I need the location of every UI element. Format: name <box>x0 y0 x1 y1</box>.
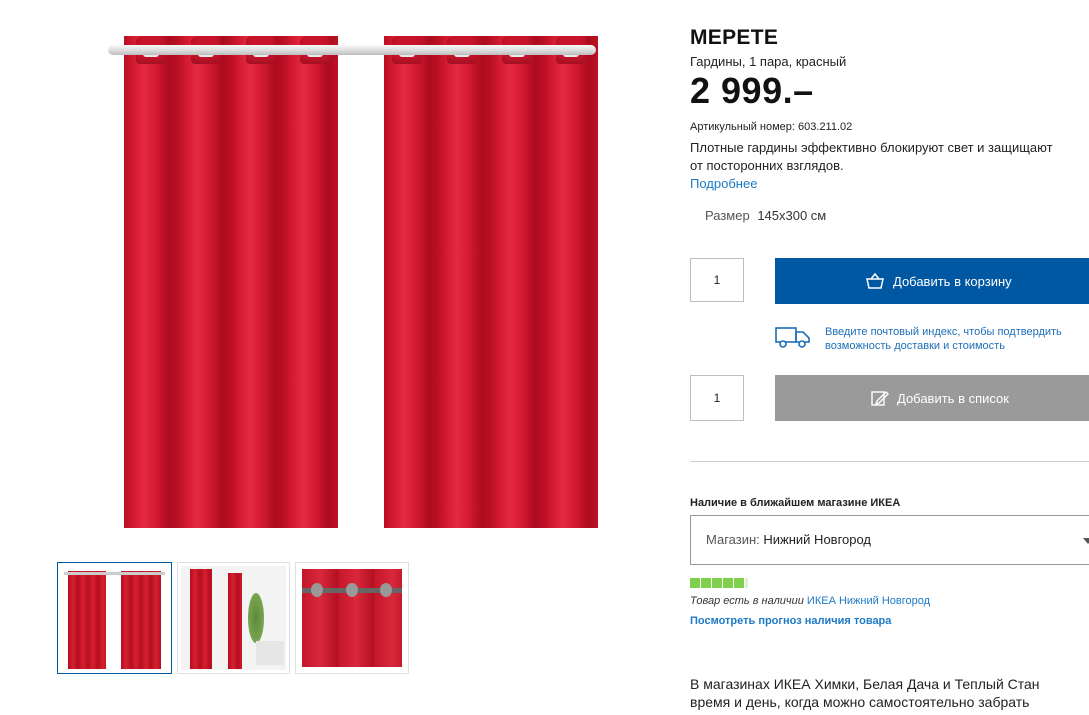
curtain-rod <box>108 45 596 55</box>
truck-icon <box>775 325 811 354</box>
product-description: Гардины, 1 пара, красный <box>690 54 847 69</box>
stock-level-indicator <box>690 578 748 588</box>
shopping-bag-icon <box>865 272 885 290</box>
chevron-down-icon <box>1083 538 1089 544</box>
pickup-line: время и день, когда можно самостоятельно… <box>690 694 1030 710</box>
delivery-line: Введите почтовый индекс, чтобы подтверди… <box>825 326 1062 338</box>
delivery-line: возможность доставки и стоимость <box>825 340 1005 352</box>
pencil-list-icon <box>871 389 889 407</box>
curtain-panel-right <box>384 36 598 528</box>
product-text-line: Плотные гардины эффективно блокируют све… <box>690 140 1053 155</box>
add-to-list-button[interactable]: Добавить в список <box>775 375 1089 421</box>
stock-forecast-link[interactable]: Посмотреть прогноз наличия товара <box>690 615 891 627</box>
article-number: Артикульный номер: 603.211.02 <box>690 121 852 133</box>
product-main-image[interactable] <box>100 28 605 533</box>
availability-title: Наличие в ближайшем магазине ИКЕА <box>690 497 901 509</box>
delivery-check[interactable]: Введите почтовый индекс, чтобы подтверди… <box>775 325 1062 354</box>
more-details-link[interactable]: Подробнее <box>690 176 757 191</box>
thumbnail-curtains-room[interactable] <box>177 562 290 674</box>
stock-note: Товар есть в наличии ИКЕА Нижний Новгоро… <box>690 595 930 607</box>
add-to-list-label: Добавить в список <box>897 390 1009 406</box>
product-name: МЕРЕТЕ <box>690 26 779 49</box>
size-info: Размер 145x300 см <box>705 208 826 223</box>
add-to-cart-label: Добавить в корзину <box>893 273 1012 289</box>
section-divider <box>690 461 1089 462</box>
list-quantity-input[interactable]: 1 <box>690 375 744 421</box>
article-label: Артикульный номер: <box>690 121 795 133</box>
product-price: 2 999.– <box>690 70 814 111</box>
thumbnail-curtains-front[interactable] <box>57 562 172 674</box>
stock-note-prefix: Товар есть в наличии <box>690 595 804 607</box>
size-value: 145x300 см <box>757 208 827 223</box>
curtain-panel-left <box>124 36 338 528</box>
article-value: 603.211.02 <box>798 121 853 133</box>
delivery-text[interactable]: Введите почтовый индекс, чтобы подтверди… <box>825 325 1062 353</box>
product-text: Плотные гардины эффективно блокируют све… <box>690 139 1089 175</box>
add-to-cart-button[interactable]: Добавить в корзину <box>775 258 1089 304</box>
store-link[interactable]: ИКЕА Нижний Новгород <box>807 595 930 607</box>
size-label: Размер <box>705 208 750 223</box>
store-select[interactable]: Магазин: Нижний Новгород <box>690 515 1089 565</box>
thumbnail-curtains-rings[interactable] <box>295 562 409 674</box>
pickup-line: В магазинах ИКЕА Химки, Белая Дача и Теп… <box>690 676 1040 692</box>
cart-quantity-input[interactable]: 1 <box>690 258 744 302</box>
product-text-line: от посторонних взглядов. <box>690 158 844 173</box>
store-select-label: Магазин: <box>706 532 760 547</box>
pickup-info: В магазинах ИКЕА Химки, Белая Дача и Теп… <box>690 675 1089 711</box>
store-select-value: Нижний Новгород <box>763 532 872 547</box>
